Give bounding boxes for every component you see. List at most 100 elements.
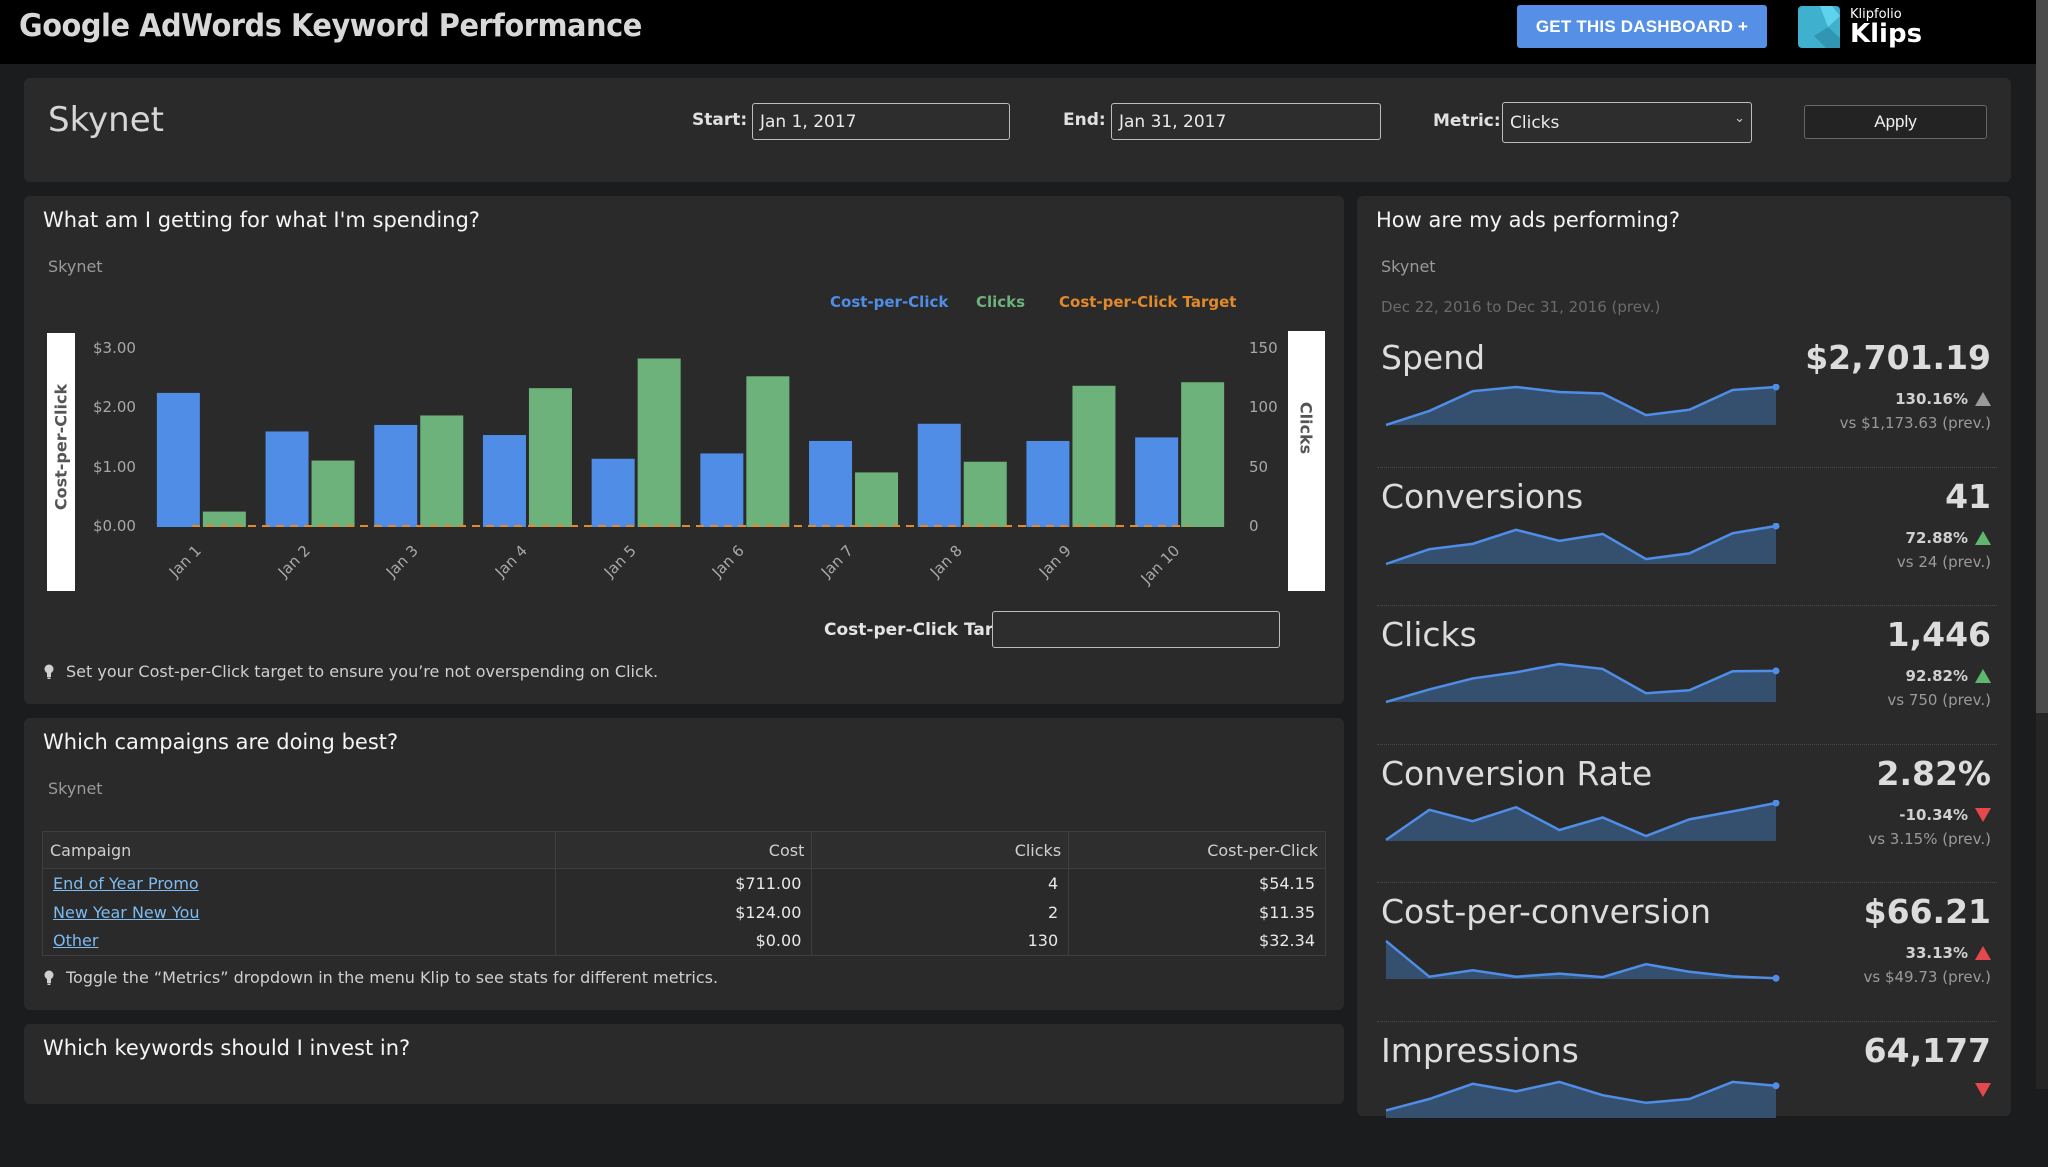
table-row: Other $0.00 130 $32.34: [42, 926, 1326, 956]
kpi-previous: vs $1,173.63 (prev.): [1839, 414, 1991, 432]
col-header-campaign[interactable]: Campaign: [42, 831, 556, 869]
metric-select[interactable]: Clicks ⌄: [1502, 102, 1752, 143]
cell-cpc: $32.34: [1068, 926, 1326, 956]
bar-cost-per-click[interactable]: [917, 423, 961, 527]
bar-clicks[interactable]: [311, 460, 355, 527]
klip-title: Which keywords should I invest in?: [43, 1036, 411, 1060]
bar-cost-per-click[interactable]: [809, 440, 853, 527]
bar-clicks[interactable]: [420, 415, 464, 527]
kpi-name: Cost-per-conversion: [1381, 892, 1711, 931]
kpi-change: 130.16%: [1895, 390, 1991, 408]
kpi-row[interactable]: Cost-per-conversion $66.21 33.13% vs $49.73…: [1381, 890, 1991, 1028]
bar-clicks[interactable]: [855, 472, 899, 527]
kpi-previous: vs 24 (prev.): [1896, 552, 1991, 571]
campaigns-tip-text: Toggle the “Metrics” dropdown in the men…: [66, 968, 719, 987]
keywords-klip: Which keywords should I invest in?: [24, 1024, 1344, 1104]
kpi-row[interactable]: Impressions 64,177: [1381, 1029, 1991, 1167]
campaign-link[interactable]: Other: [53, 931, 98, 950]
table-header-row: Campaign Cost Clicks Cost-per-Click: [42, 831, 1326, 869]
table-row: End of Year Promo $711.00 4 $54.15: [42, 868, 1326, 898]
kpi-divider: [1377, 605, 1997, 606]
bar-cost-per-click[interactable]: [374, 424, 418, 527]
bar-cost-per-click[interactable]: [482, 435, 526, 527]
bar-cost-per-click[interactable]: [156, 392, 200, 527]
end-date-input[interactable]: Jan 31, 2017: [1111, 103, 1381, 140]
bar-clicks[interactable]: [1181, 382, 1225, 527]
kpi-row[interactable]: Spend $2,701.19 130.16% vs $1,173.63 (prev.…: [1381, 336, 1991, 474]
cell-clicks: 2: [811, 897, 1070, 927]
kpi-name: Spend: [1381, 338, 1486, 377]
kpi-change: 33.13%: [1906, 944, 1991, 962]
bar-clicks[interactable]: [746, 376, 790, 527]
cell-clicks: 4: [811, 868, 1070, 898]
klips-logo-icon: [1798, 6, 1840, 48]
sparkline-last-point: [1772, 974, 1780, 982]
bar-clicks[interactable]: [637, 358, 681, 527]
campaigns-klip: Which campaigns are doing best? Skynet C…: [24, 718, 1344, 1010]
col-header-clicks[interactable]: Clicks: [811, 831, 1070, 869]
metric-select-value: Clicks: [1510, 112, 1560, 133]
campaign-link[interactable]: End of Year Promo: [53, 874, 199, 893]
end-label: End:: [1063, 110, 1106, 130]
campaigns-tip: Toggle the “Metrics” dropdown in the men…: [44, 968, 718, 987]
sparkline-area: [1386, 802, 1776, 841]
metric-label: Metric:: [1433, 111, 1501, 131]
bar-chart: [156, 358, 1225, 527]
bar-clicks[interactable]: [1072, 385, 1116, 527]
scrollbar-thumb[interactable]: [2036, 0, 2048, 713]
kpi-value: 1,446: [1886, 615, 1991, 654]
bar-clicks[interactable]: [202, 511, 246, 527]
chevron-down-icon: ⌄: [1734, 111, 1745, 126]
apply-button[interactable]: Apply: [1804, 105, 1987, 139]
sparkline-area: [1386, 664, 1776, 702]
ads-performance-klip: How are my ads performing? Skynet Dec 22…: [1357, 196, 2011, 1118]
kpi-row[interactable]: Conversion Rate 2.82% -10.34% vs 3.15% (pre…: [1381, 752, 1991, 890]
campaign-link[interactable]: New Year New You: [53, 903, 200, 922]
top-bar: Google AdWords Keyword Performance GET T…: [0, 0, 2036, 64]
triangle-down-icon: [1975, 807, 1991, 822]
menu-klip: Skynet Start: Jan 1, 2017 End: Jan 31, 2…: [24, 78, 2011, 182]
spend-klip: What am I getting for what I'm spending?…: [24, 196, 1344, 704]
bar-clicks[interactable]: [528, 388, 572, 527]
cell-cost: $124.00: [554, 897, 813, 927]
kpi-row[interactable]: Clicks 1,446 92.82% vs 750 (prev.): [1381, 613, 1991, 751]
triangle-up-icon: [1975, 392, 1991, 406]
campaigns-table: Campaign Cost Clicks Cost-per-Click End …: [42, 831, 1326, 956]
klipfolio-brand[interactable]: Klipfolio Klips: [1798, 4, 1922, 50]
get-dashboard-button[interactable]: GET THIS DASHBOARD +: [1517, 5, 1767, 48]
comparison-period: Dec 22, 2016 to Dec 31, 2016 (prev.): [1381, 298, 1661, 316]
kpi-previous: vs $49.73 (prev.): [1863, 968, 1992, 986]
sparkline: [1385, 940, 1780, 982]
account-name: Skynet: [48, 100, 164, 140]
kpi-value: 64,177: [1863, 1030, 1991, 1070]
page-scrollbar[interactable]: [2036, 0, 2048, 1089]
sparkline-last-point: [1772, 1081, 1780, 1089]
sparkline: [1385, 662, 1780, 704]
bar-cost-per-click[interactable]: [1026, 440, 1070, 527]
bar-cost-per-click[interactable]: [700, 453, 744, 527]
spend-tip-text: Set your Cost-per-Click target to ensure…: [66, 662, 659, 681]
bar-cost-per-click[interactable]: [591, 458, 635, 527]
triangle-down-icon: [1975, 1082, 1991, 1097]
kpi-row[interactable]: Conversions 41 72.88% vs 24 (prev.): [1381, 475, 1991, 613]
cell-cpc: $54.15: [1068, 868, 1326, 898]
bar-cost-per-click[interactable]: [265, 431, 309, 527]
col-header-cost[interactable]: Cost: [554, 831, 813, 869]
triangle-up-icon: [1975, 669, 1991, 683]
kpi-previous: vs 750 (prev.): [1887, 691, 1991, 709]
cpc-target-input[interactable]: [992, 611, 1280, 648]
kpi-divider: [1377, 882, 1997, 883]
kpi-value: 41: [1945, 476, 1991, 516]
klip-title: Which campaigns are doing best?: [43, 730, 399, 754]
table-row: New Year New You $124.00 2 $11.35: [42, 897, 1326, 927]
sparkline: [1385, 1080, 1780, 1118]
start-date-input[interactable]: Jan 1, 2017: [752, 103, 1010, 140]
col-header-cpc[interactable]: Cost-per-Click: [1068, 831, 1326, 869]
kpi-change-percent: 130.16%: [1895, 390, 1968, 408]
triangle-up-icon: [1975, 946, 1991, 960]
sparkline-area: [1386, 525, 1776, 564]
bar-cost-per-click[interactable]: [1135, 437, 1179, 527]
kpi-value: $66.21: [1863, 892, 1991, 931]
bar-clicks[interactable]: [963, 461, 1007, 527]
klip-account: Skynet: [48, 779, 103, 798]
